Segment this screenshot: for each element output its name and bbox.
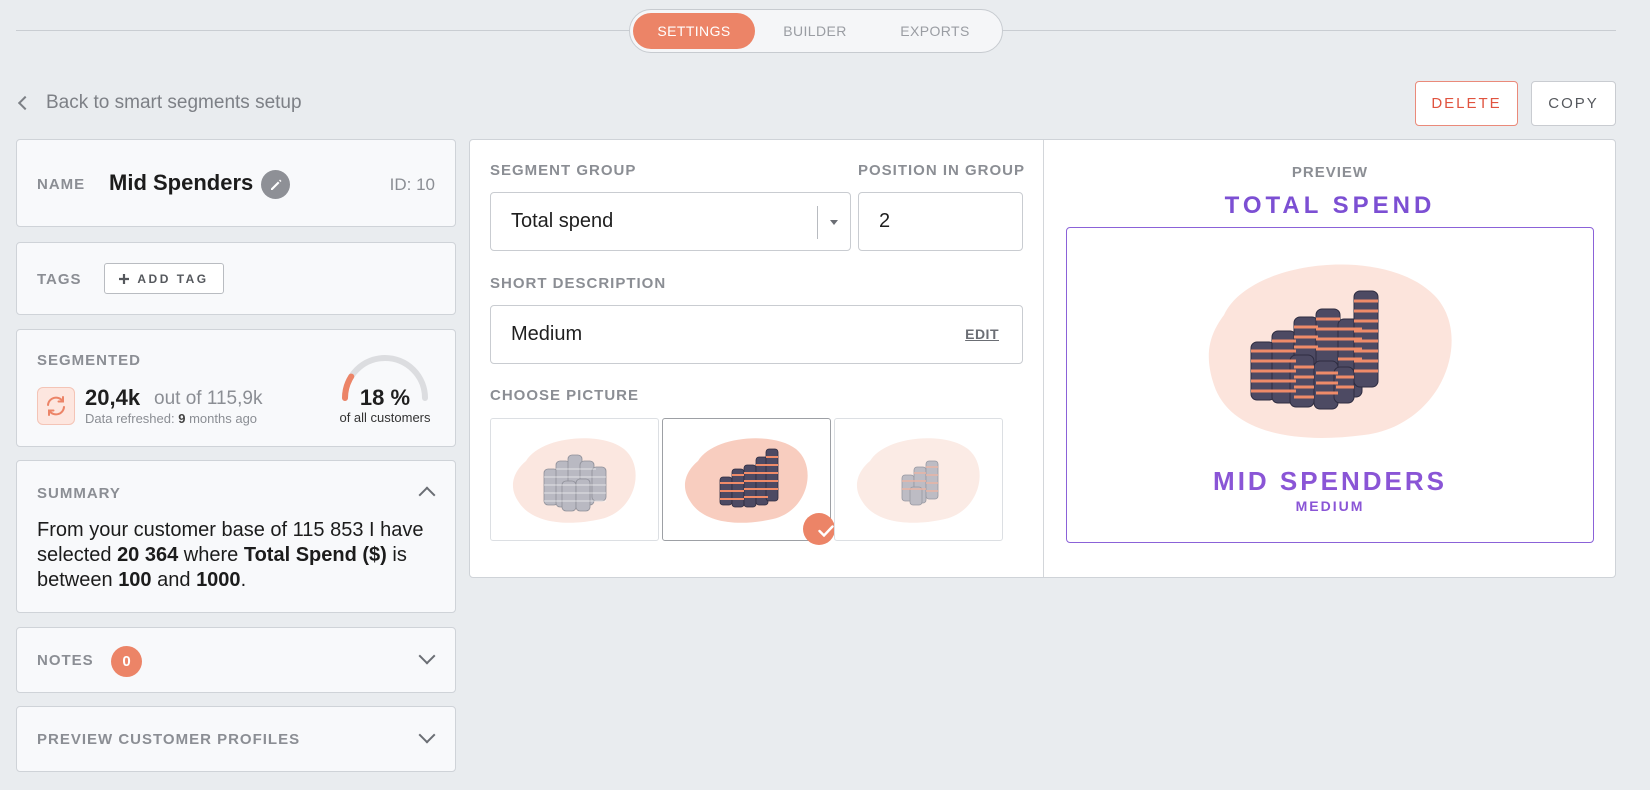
view-tabs: SETTINGS BUILDER EXPORTS [629,9,1003,53]
preview-segment-description: MEDIUM [1295,498,1365,514]
select-separator [817,206,818,239]
summary-label: SUMMARY [37,485,121,502]
settings-panel: SEGMENT GROUP POSITION IN GROUP Total sp… [469,139,1616,578]
refresh-icon [47,396,65,416]
chevron-down-icon[interactable] [418,726,436,744]
segment-group-select[interactable]: Total spend [490,192,851,251]
data-refreshed-info: Data refreshed: 9 months ago [85,411,257,426]
preview-group-title: TOTAL SPEND [1224,192,1436,219]
back-link[interactable]: Back to smart segments setup [16,92,302,114]
preview-profiles-label: PREVIEW CUSTOMER PROFILES [37,731,301,748]
picture-option-1[interactable] [490,418,659,541]
notes-label: NOTES [37,652,94,669]
dropdown-arrow-icon[interactable] [830,220,838,225]
summary-text: From your customer base of 115 853 I hav… [37,518,437,593]
segment-name: Mid Spenders [109,170,254,195]
segmented-label: SEGMENTED [37,352,142,369]
tags-card: TAGS ADD TAG [16,242,456,315]
position-input[interactable]: 2 [858,192,1023,251]
selected-check-icon [803,513,835,545]
coins-stack-icon [856,438,980,523]
edit-description-link[interactable]: EDIT [965,326,999,342]
preview-segment-name: MID SPENDERS [1213,466,1447,496]
summary-text-part: where [183,544,239,566]
coins-stack-icon [1208,264,1452,438]
segment-group-value: Total spend [511,210,614,232]
segmented-count: 20,4k [85,385,141,410]
short-description-label: SHORT DESCRIPTION [490,275,667,292]
plus-icon [119,273,130,284]
chevron-left-icon [17,95,33,111]
copy-button[interactable]: COPY [1531,81,1616,126]
summary-text-part: . [240,569,247,591]
summary-text-part: and [157,569,191,591]
summary-selected-count: 20 364 [117,544,179,566]
collapse-summary-icon[interactable] [418,486,436,504]
delete-button[interactable]: DELETE [1415,81,1518,126]
summary-min: 100 [118,569,152,591]
picture-option-3[interactable] [834,418,1003,541]
back-link-label: Back to smart segments setup [46,92,302,113]
picture-option-2[interactable] [662,418,835,545]
tab-exports[interactable]: EXPORTS [875,13,995,49]
coins-stack-icon [684,438,808,523]
position-value: 2 [879,210,891,232]
summary-card: SUMMARY From your customer base of 115 8… [16,460,456,613]
summary-field: Total Spend ($) [243,544,387,566]
chevron-down-icon[interactable] [418,647,436,665]
percentage-value: 18 % [359,385,411,410]
refreshed-prefix: Data refreshed: [85,411,175,426]
summary-max: 1000 [196,569,241,591]
notes-count-badge: 0 [111,646,142,677]
add-tag-label: ADD TAG [137,271,209,286]
refreshed-value: 9 [178,411,186,426]
preview-profiles-card[interactable]: PREVIEW CUSTOMER PROFILES [16,706,456,772]
short-description-value: Medium [511,323,583,345]
segment-group-label: SEGMENT GROUP [490,162,637,179]
segmented-card: SEGMENTED 20,4k out of 115,9k Data refre… [16,329,456,447]
tags-label: TAGS [37,271,82,288]
notes-card[interactable]: NOTES 0 [16,627,456,693]
position-label: POSITION IN GROUP [858,162,1026,179]
name-card: NAME Mid Spenders ID: 10 [16,139,456,227]
refreshed-suffix: months ago [189,411,258,426]
preview-label: PREVIEW [1291,164,1369,181]
short-description-field[interactable]: Medium EDIT [490,305,1023,364]
segmented-total: out of 115,9k [154,388,263,409]
coins-stack-icon [512,438,636,523]
edit-name-pencil-icon[interactable] [261,170,290,199]
choose-picture-label: CHOOSE PICTURE [490,387,640,404]
refresh-button[interactable] [37,387,75,425]
tab-builder[interactable]: BUILDER [755,13,875,49]
tab-settings[interactable]: SETTINGS [633,13,755,49]
preview-card: MID SPENDERS MEDIUM [1066,227,1594,543]
add-tag-button[interactable]: ADD TAG [104,263,224,294]
segment-id: ID: 10 [389,175,435,194]
panel-divider [1043,140,1044,577]
name-label: NAME [37,176,86,193]
percentage-caption: of all customers [339,410,431,425]
